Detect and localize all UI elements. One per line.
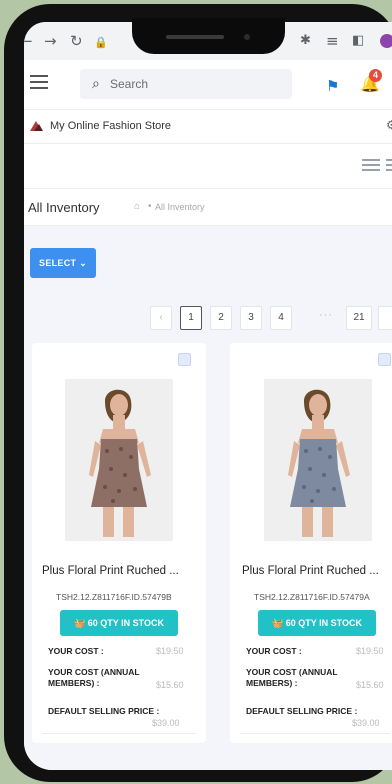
breadcrumb-current: All Inventory <box>155 202 205 212</box>
your-cost-label: YOUR COST : <box>246 646 302 656</box>
phone-notch <box>132 18 285 54</box>
selling-price-label: DEFAULT SELLING PRICE : <box>48 706 160 716</box>
reading-list-icon[interactable]: ≡ <box>326 33 339 49</box>
store-selector[interactable]: My Online Fashion Store ⚙ <box>24 110 392 144</box>
annual-cost-label-line1: YOUR COST (ANNUAL <box>246 667 338 677</box>
select-button-label: SELECT <box>39 258 77 268</box>
select-button[interactable]: SELECT ⌄ <box>30 248 96 278</box>
reload-icon[interactable]: ↻ <box>70 33 83 49</box>
flag-icon[interactable]: ⚑ <box>326 77 339 95</box>
product-title[interactable]: Plus Floral Print Ruched ... <box>242 565 392 577</box>
speaker-grille <box>166 35 224 39</box>
forward-arrow-icon[interactable]: → <box>44 33 57 49</box>
product-image[interactable] <box>65 379 173 541</box>
selling-price-value: $39.00 <box>352 718 380 728</box>
extensions-icon[interactable]: ✱ <box>300 33 311 49</box>
pagination-page-1[interactable]: 1 <box>180 306 202 330</box>
chevron-left-icon: ‹ <box>159 312 163 323</box>
store-name: My Online Fashion Store <box>50 120 172 132</box>
breadcrumb-separator: • <box>148 201 152 212</box>
back-arrow-icon[interactable]: ← <box>24 33 33 49</box>
basket-icon: 🧺 <box>74 618 86 628</box>
home-icon[interactable]: ⌂ <box>134 201 140 212</box>
product-card[interactable]: Plus Floral Print Ruched ... TSH2.12.Z81… <box>32 343 206 743</box>
breadcrumb: All Inventory ⌂ • All Inventory <box>24 188 392 226</box>
settings-icon[interactable]: ⚙ <box>386 118 392 132</box>
product-card[interactable]: Plus Floral Print Ruched ... TSH2.12.Z81… <box>230 343 392 743</box>
product-checkbox[interactable] <box>378 353 391 366</box>
annual-cost-label-line2: MEMBERS) : <box>48 678 100 688</box>
profile-icon[interactable] <box>380 34 392 48</box>
annual-cost-value: $15.60 <box>156 680 184 690</box>
annual-cost-value: $15.60 <box>356 680 384 690</box>
product-checkbox[interactable] <box>178 353 191 366</box>
card-divider <box>240 733 390 734</box>
pagination-prev[interactable]: ‹ <box>150 306 172 330</box>
stock-label: 60 QTY IN STOCK <box>285 618 362 628</box>
annual-cost-label-line1: YOUR COST (ANNUAL <box>48 667 140 677</box>
pagination-page-4[interactable]: 4 <box>270 306 292 330</box>
annual-cost-label-line2: MEMBERS) : <box>246 678 298 688</box>
store-logo-icon <box>30 121 43 131</box>
front-camera <box>244 34 250 40</box>
list-view-icon[interactable] <box>362 159 380 171</box>
search-icon: ⌕ <box>92 76 100 92</box>
side-panel-icon[interactable]: ◧ <box>352 33 364 49</box>
chevron-down-icon: ⌄ <box>79 258 87 268</box>
lock-icon[interactable]: 🔒 <box>94 35 108 51</box>
selling-price-value: $39.00 <box>152 718 180 728</box>
pagination-page-3[interactable]: 3 <box>240 306 262 330</box>
selling-price-label: DEFAULT SELLING PRICE : <box>246 706 358 716</box>
search-bar[interactable]: ⌕ <box>80 69 292 99</box>
stock-button[interactable]: 🧺 60 QTY IN STOCK <box>258 610 376 636</box>
pagination-next[interactable] <box>378 306 392 330</box>
search-input[interactable] <box>110 75 280 93</box>
hamburger-menu-icon[interactable] <box>30 75 48 89</box>
phone-frame: ← → ↻ 🔒 ✱ ≡ ◧ ⌕ ⚑ 🔔 4 <box>4 4 392 782</box>
app-header: ⌕ ⚑ 🔔 4 <box>24 60 392 110</box>
notification-badge: 4 <box>369 69 382 82</box>
stock-label: 60 QTY IN STOCK <box>87 618 164 628</box>
product-image[interactable] <box>264 379 372 541</box>
pagination-page-last[interactable]: 21 <box>346 306 372 330</box>
pagination-page-2[interactable]: 2 <box>210 306 232 330</box>
screen: ← → ↻ 🔒 ✱ ≡ ◧ ⌕ ⚑ 🔔 4 <box>24 22 392 770</box>
page-title: All Inventory <box>28 200 100 215</box>
grid-view-icon[interactable] <box>386 159 392 171</box>
view-toolbar <box>24 144 392 188</box>
your-cost-value: $19.50 <box>156 646 184 656</box>
your-cost-label: YOUR COST : <box>48 646 104 656</box>
stock-button[interactable]: 🧺 60 QTY IN STOCK <box>60 610 178 636</box>
product-sku: TSH2.12.Z811716F.ID.57479B <box>56 592 172 602</box>
card-divider <box>42 733 196 734</box>
product-sku: TSH2.12.Z811716F.ID.57479A <box>254 592 370 602</box>
basket-icon: 🧺 <box>272 618 284 628</box>
your-cost-value: $19.50 <box>356 646 384 656</box>
product-title[interactable]: Plus Floral Print Ruched ... <box>42 565 202 577</box>
pagination-ellipsis: ··· <box>319 309 333 321</box>
